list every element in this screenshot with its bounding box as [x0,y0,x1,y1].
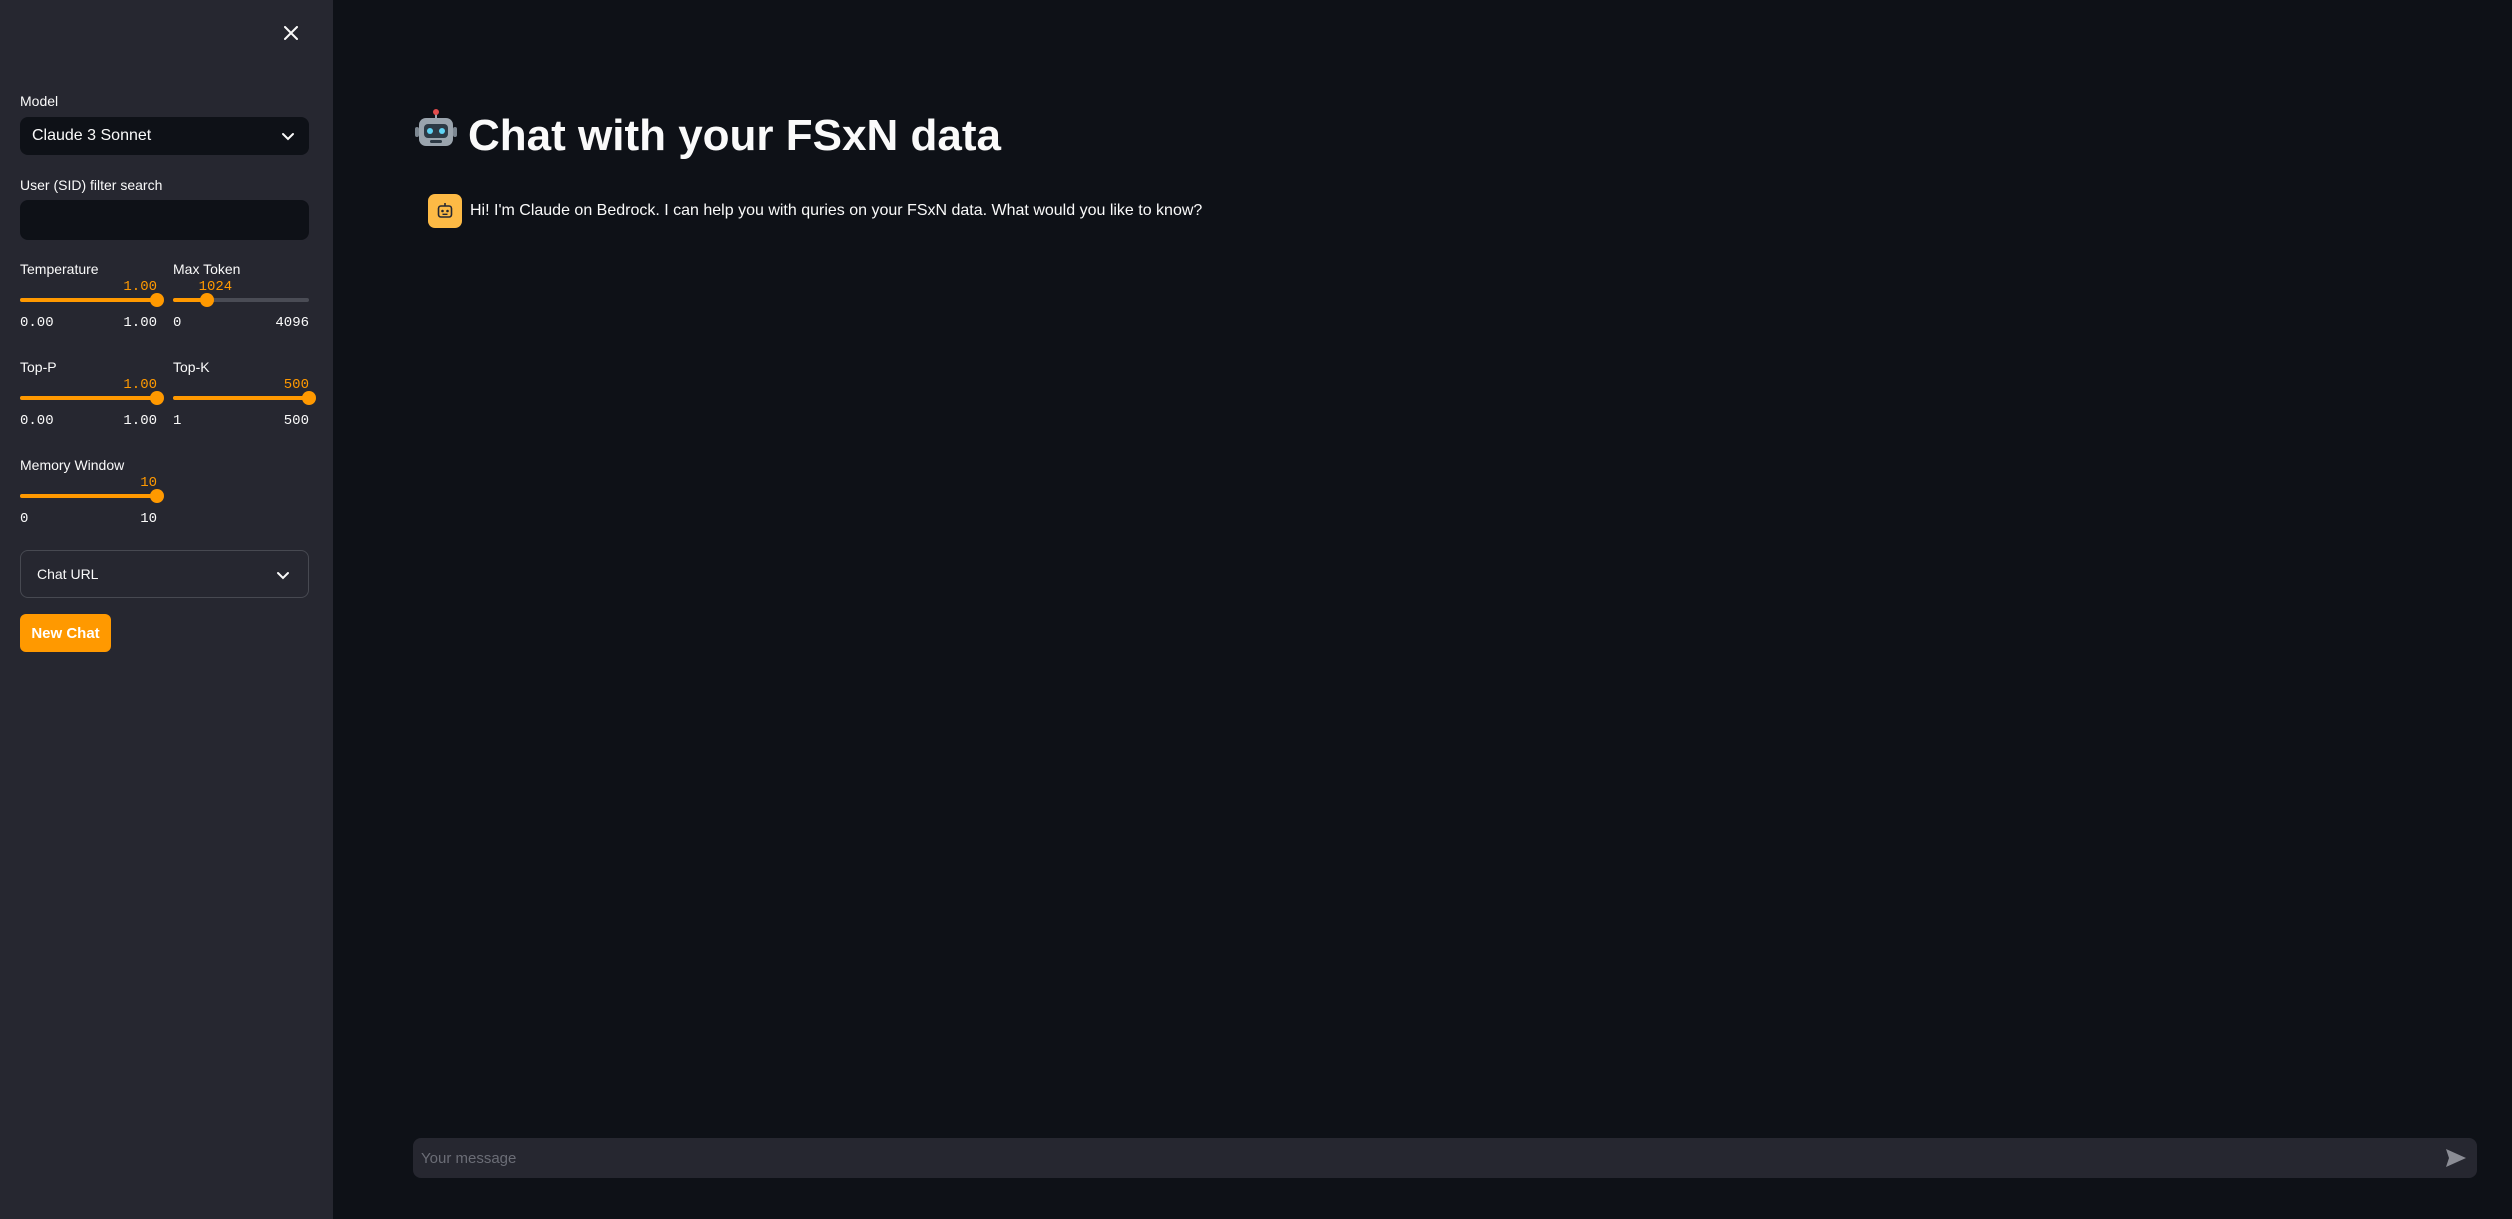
top-k-max: 500 [283,413,309,429]
memory-window-slider[interactable]: 10 0 10 [20,475,164,535]
bot-avatar-icon [428,194,462,228]
temperature-value: 1.00 [123,279,157,295]
temperature-min: 0.00 [20,315,54,331]
temperature-fill [20,298,157,302]
max-token-label: Max Token [173,261,241,277]
assistant-message: Hi! I'm Claude on Bedrock. I can help yo… [428,194,1202,228]
chat-url-expander[interactable]: Chat URL [20,550,309,598]
max-token-slider[interactable]: 1024 0 4096 [173,279,309,339]
top-p-fill [20,396,157,400]
model-label: Model [20,93,59,109]
top-p-min: 0.00 [20,413,54,429]
chat-input-bar [413,1138,2477,1178]
page-title: Chat with your FSxN data [414,108,1001,163]
new-chat-button[interactable]: New Chat [20,614,111,652]
model-select[interactable]: Claude 3 Sonnet [20,117,309,155]
max-token-max: 4096 [275,315,309,331]
send-icon [2446,1149,2466,1167]
temperature-label: Temperature [20,261,99,277]
memory-window-thumb[interactable] [150,489,164,503]
memory-window-min: 0 [20,511,29,527]
chevron-down-icon [277,572,289,580]
temperature-thumb[interactable] [150,293,164,307]
close-icon [284,26,298,40]
max-token-min: 0 [173,315,182,331]
top-k-track [173,391,316,405]
page-title-text: Chat with your FSxN data [468,110,1001,160]
max-token-track [173,293,309,307]
robot-icon [414,108,458,163]
top-p-max: 1.00 [123,413,157,429]
top-k-thumb[interactable] [302,391,316,405]
sid-search-label: User (SID) filter search [20,177,163,193]
top-k-label: Top-K [173,359,210,375]
chat-url-label: Chat URL [37,566,99,582]
chevron-down-icon [282,133,294,141]
top-p-thumb[interactable] [150,391,164,405]
sidebar: Model Claude 3 Sonnet User (SID) filter … [0,0,333,1219]
chat-input[interactable] [413,1138,2423,1178]
temperature-track [20,293,164,307]
temperature-slider[interactable]: 1.00 0.00 1.00 [20,279,164,339]
top-p-track [20,391,164,405]
top-k-fill [173,396,309,400]
top-p-value: 1.00 [123,377,157,393]
memory-window-label: Memory Window [20,457,125,473]
send-button[interactable] [2445,1148,2467,1168]
top-p-slider[interactable]: 1.00 0.00 1.00 [20,377,164,437]
close-sidebar-button[interactable] [278,20,304,46]
temperature-max: 1.00 [123,315,157,331]
assistant-message-text: Hi! I'm Claude on Bedrock. I can help yo… [470,202,1203,219]
top-p-label: Top-P [20,359,57,375]
sid-search-input[interactable] [20,200,309,240]
model-select-value: Claude 3 Sonnet [32,127,152,144]
top-k-slider[interactable]: 500 1 500 [173,377,316,437]
memory-window-track [20,489,164,503]
max-token-thumb[interactable] [200,293,214,307]
memory-window-fill [20,494,157,498]
top-k-min: 1 [173,413,182,429]
memory-window-max: 10 [140,511,157,527]
